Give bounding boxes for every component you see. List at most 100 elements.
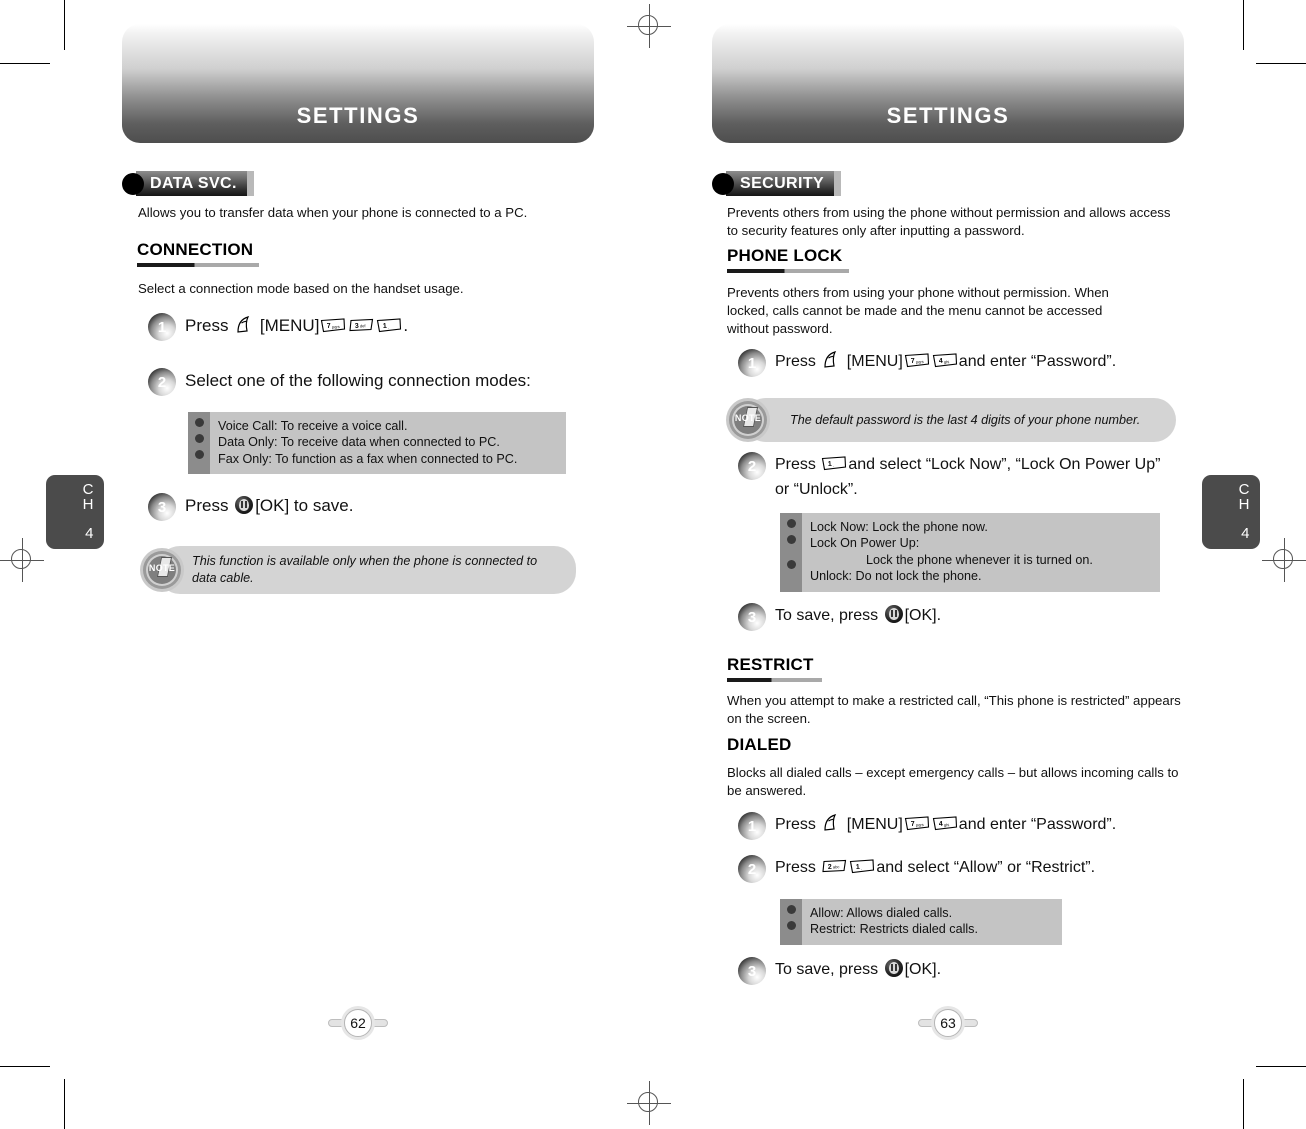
- key-icon-7: 7 pqrs: [904, 353, 930, 368]
- crop-mark-bottom-left-h: [0, 1066, 50, 1067]
- key-icon-7: 7 pqrs: [320, 318, 346, 333]
- phone-lock-info-box: Lock Now: Lock the phone now. Lock On Po…: [780, 513, 1160, 592]
- left-page-number-text: 62: [350, 1015, 366, 1031]
- subheading-rule: [727, 678, 822, 682]
- note-icon-label: NOTE: [148, 563, 176, 573]
- phone-lock-step-3: 3 To save, press [OK].: [738, 603, 1158, 631]
- left-section-intro: Allows you to transfer data when your ph…: [138, 205, 528, 220]
- right-page-number: 63: [918, 1006, 978, 1040]
- right-section-tag-label: SECURITY: [726, 171, 835, 196]
- info-box-bullet-strip: [780, 513, 802, 592]
- step-number: 2: [747, 457, 757, 475]
- right-subheading-phone-lock: PHONE LOCK: [727, 246, 849, 273]
- right-banner-title: SETTINGS: [886, 103, 1010, 128]
- registration-mark-left: [0, 538, 44, 582]
- registration-mark-right: [1262, 538, 1306, 582]
- chapter-tab-number: 4: [1241, 525, 1250, 542]
- tag-tail-bar: [246, 171, 254, 196]
- info-box-line: Lock Now: Lock the phone now.: [810, 520, 988, 534]
- chapter-tab-left: C H 4: [46, 475, 104, 549]
- step-text-before: Press: [775, 859, 821, 876]
- crop-mark-bottom-right-h: [1256, 1066, 1306, 1067]
- key-icon-4: 4 ghi: [932, 816, 958, 831]
- crop-mark-top-right-h: [1256, 63, 1306, 64]
- chapter-tab-letter-c: C: [82, 481, 94, 498]
- info-box-line: Data Only: To receive data when connecte…: [218, 435, 500, 450]
- step-menu-label: [MENU]: [846, 816, 903, 833]
- crop-mark-bottom-left-v: [64, 1079, 65, 1129]
- ok-key-icon: [884, 959, 903, 977]
- step-number: 1: [157, 318, 167, 336]
- chapter-tab-letter-h: H: [1238, 496, 1250, 513]
- key-icon-4: 4 ghi: [932, 353, 958, 368]
- right-page-number-text: 63: [940, 1015, 956, 1031]
- phone-lock-description: Prevents others from using your phone wi…: [727, 285, 1109, 336]
- step-badge: 3: [738, 957, 766, 985]
- chapter-tab-letter-c: C: [1238, 481, 1250, 498]
- step-text-after: [OK].: [904, 961, 942, 978]
- key-icon-1: 1.: [849, 859, 875, 874]
- right-section-intro: Prevents others from using the phone wit…: [727, 205, 1171, 238]
- phone-lock-step-2: 2 Press 1. and select “Lock Now”, “Lock O…: [738, 452, 1168, 502]
- dialed-step-1-text: Press [MENU] 7 pqrs 4 ghi and enter “Password…: [775, 812, 1116, 837]
- registration-mark-bottom: [627, 1081, 671, 1125]
- info-box-line: Unlock: Do not lock the phone.: [810, 569, 982, 584]
- menu-key-icon: [822, 351, 839, 369]
- svg-text:ghi: ghi: [944, 359, 950, 364]
- phone-lock-note-text: The default password is the last 4 digit…: [790, 412, 1141, 427]
- left-step-1: 1 Press [MENU] 7 pqrs 3 def 1..: [148, 313, 578, 341]
- left-note-box: NOTE This function is available only whe…: [140, 546, 576, 594]
- step-text-after: [OK] to save.: [255, 496, 354, 515]
- ok-key-icon: [884, 605, 903, 623]
- note-icon: NOTE: [726, 398, 770, 442]
- svg-text:2: 2: [828, 864, 832, 871]
- phone-lock-step-1-text: Press [MENU] 7 pqrs 4 ghi and enter “Password…: [775, 349, 1116, 374]
- step-text-after: [OK].: [904, 607, 942, 624]
- info-bullet-icon: [786, 519, 796, 528]
- svg-text:4: 4: [938, 358, 942, 365]
- svg-text:3: 3: [355, 323, 359, 330]
- dialed-description: Blocks all dialed calls – except emergen…: [727, 765, 1179, 798]
- step-menu-label: [MENU]: [846, 353, 903, 370]
- chapter-tab-number: 4: [85, 525, 94, 542]
- left-banner-title: SETTINGS: [296, 103, 420, 128]
- left-info-box: Voice Call: To receive a voice call. Dat…: [188, 412, 566, 475]
- info-box-body: Voice Call: To receive a voice call. Dat…: [210, 412, 527, 474]
- registration-mark-top: [627, 4, 671, 48]
- info-bullet-icon: [194, 450, 204, 459]
- right-page-banner: SETTINGS: [712, 24, 1184, 143]
- left-section-tag: DATA SVC.: [122, 171, 254, 196]
- step-2-text: Select one of the following connection m…: [185, 371, 531, 390]
- step-badge: 1: [738, 349, 766, 377]
- step-text-before: Press: [775, 456, 821, 473]
- svg-text:pqrs: pqrs: [916, 822, 924, 828]
- step-text-before: Press: [185, 316, 234, 335]
- menu-key-icon: [822, 814, 839, 832]
- info-box-line: Voice Call: To receive a voice call.: [218, 419, 408, 433]
- step-text-before: To save, press: [775, 607, 883, 624]
- info-box-body: Lock Now: Lock the phone now. Lock On Po…: [802, 513, 1103, 592]
- info-box-line: Fax Only: To function as a fax when conn…: [218, 451, 518, 466]
- svg-text:1: 1: [828, 461, 832, 468]
- ok-key-icon: [235, 496, 254, 514]
- info-bullet-icon: [786, 921, 796, 930]
- step-text-after: and enter “Password”.: [958, 816, 1117, 833]
- step-menu-label: [MENU]: [259, 316, 320, 335]
- step-text-after: and enter “Password”.: [958, 353, 1117, 370]
- svg-text:7: 7: [910, 821, 914, 828]
- dialed-step-2: 2 Press 2 abc 1. and select “Allow” or “Res…: [738, 855, 1198, 883]
- phone-lock-note-box: NOTE The default password is the last 4 …: [726, 398, 1176, 442]
- chapter-tab-right: C H 4: [1202, 475, 1260, 549]
- step-text-after: and select “Allow” or “Restrict”.: [876, 859, 1096, 876]
- dialed-step-2-text: Press 2 abc 1. and select “Allow” or “Restr…: [775, 855, 1095, 880]
- menu-key-icon: [235, 316, 252, 334]
- step-1-text: Press [MENU] 7 pqrs 3 def 1..: [185, 313, 408, 338]
- right-section-tag: SECURITY: [712, 171, 842, 196]
- key-icon-1: 1.: [376, 318, 402, 333]
- left-note-text: This function is available only when the…: [192, 554, 538, 585]
- right-subheading-dialed: DIALED: [727, 735, 802, 755]
- info-bullet-icon: [786, 535, 796, 544]
- step-text-before: To save, press: [775, 961, 883, 978]
- left-page-number: 62: [328, 1006, 388, 1040]
- right-subheading-text: PHONE LOCK: [727, 246, 843, 265]
